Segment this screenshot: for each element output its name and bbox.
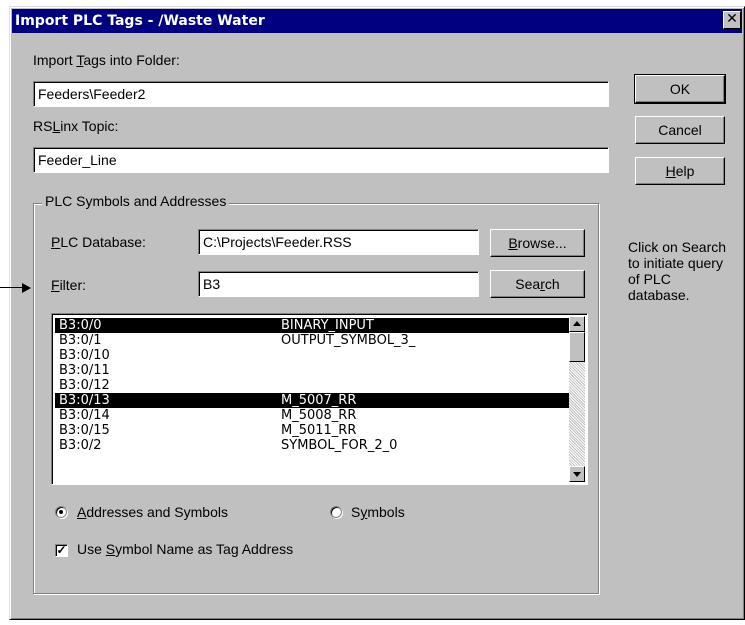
radio-addresses-and-symbols[interactable] — [55, 506, 67, 518]
list-item-address: B3:0/11 — [59, 363, 110, 378]
use-symbol-name-checkbox[interactable]: ✓ — [55, 544, 68, 557]
callout-arrow-line — [0, 287, 23, 288]
cancel-button[interactable]: Cancel — [635, 116, 725, 144]
list-item[interactable]: B3:0/15 M_5011_RR — [55, 423, 569, 438]
scroll-up-icon — [573, 321, 581, 326]
browse-button[interactable]: Browse... — [490, 229, 585, 257]
list-item-symbol: M_5008_RR — [281, 408, 357, 423]
plc-database-input[interactable]: C:\Projects\Feeder.RSS — [198, 229, 479, 255]
group-title: PLC Symbols and Addresses — [42, 193, 230, 209]
import-folder-label: Import Tags into Folder: — [33, 52, 180, 68]
plc-symbol-list[interactable]: B3:0/0 BINARY_INPUT B3:0/1 OUTPUT_SYMBOL_3_… — [51, 313, 588, 485]
rslinx-topic-label: RSLinx Topic: — [33, 118, 119, 134]
list-item-address: B3:0/14 — [59, 408, 110, 423]
scroll-down-button[interactable] — [569, 466, 585, 482]
filter-input[interactable]: B3 — [198, 271, 479, 297]
help-button[interactable]: Help — [635, 157, 725, 185]
list-item-address: B3:0/10 — [59, 348, 110, 363]
filter-label: Filter: — [51, 277, 87, 293]
list-item[interactable]: B3:0/14 M_5008_RR — [55, 408, 569, 423]
scroll-up-button[interactable] — [569, 316, 585, 332]
import-folder-input[interactable]: Feeders\Feeder2 — [33, 81, 609, 107]
plc-database-label: PLC Database: — [51, 234, 146, 250]
list-item-symbol: SYMBOL_FOR_2_0 — [281, 438, 398, 453]
list-item[interactable]: B3:0/0 BINARY_INPUT — [55, 318, 569, 333]
list-item-address: B3:0/2 — [59, 438, 102, 453]
list-item-symbol: BINARY_INPUT — [281, 318, 374, 333]
rslinx-topic-input[interactable]: Feeder_Line — [33, 147, 609, 173]
list-item[interactable]: B3:0/10 — [55, 348, 569, 363]
close-icon[interactable]: ✕ — [723, 11, 741, 29]
window-title: Import PLC Tags - /Waste Water — [15, 13, 265, 29]
list-item[interactable]: B3:0/11 — [55, 363, 569, 378]
list-item-symbol: M_5011_RR — [281, 423, 357, 438]
search-hint-text: Click on Search to initiate query of PLC… — [628, 239, 727, 303]
list-item-address: B3:0/15 — [59, 423, 110, 438]
search-button[interactable]: Search — [490, 270, 585, 298]
list-item[interactable]: B3:0/1 OUTPUT_SYMBOL_3_ — [55, 333, 569, 348]
radio-symbols-label[interactable]: Symbols — [351, 504, 405, 520]
list-item[interactable]: B3:0/2 SYMBOL_FOR_2_0 — [55, 438, 569, 453]
scroll-thumb[interactable] — [569, 332, 585, 362]
radio-selected-dot — [59, 510, 63, 514]
callout-arrow-icon — [22, 283, 31, 293]
list-item-address: B3:0/13 — [59, 393, 110, 408]
list-item-symbol: OUTPUT_SYMBOL_3_ — [281, 333, 416, 348]
use-symbol-name-label[interactable]: Use Symbol Name as Tag Address — [77, 541, 293, 557]
list-item-address: B3:0/0 — [59, 318, 102, 333]
list-item[interactable]: B3:0/13 M_5007_RR — [55, 393, 569, 408]
list-item[interactable]: B3:0/12 — [55, 378, 569, 393]
title-bar[interactable]: Import PLC Tags - /Waste Water ✕ — [12, 9, 742, 33]
list-scrollbar[interactable] — [569, 316, 585, 482]
list-item-address: B3:0/12 — [59, 378, 110, 393]
ok-button[interactable]: OK — [634, 74, 726, 104]
list-item-symbol: M_5007_RR — [281, 393, 357, 408]
radio-addresses-and-symbols-label[interactable]: Addresses and Symbols — [77, 504, 228, 520]
list-rows: B3:0/0 BINARY_INPUT B3:0/1 OUTPUT_SYMBOL_3_… — [55, 318, 569, 453]
radio-symbols[interactable] — [330, 506, 342, 518]
scroll-down-icon — [573, 472, 581, 477]
list-item-address: B3:0/1 — [59, 333, 102, 348]
